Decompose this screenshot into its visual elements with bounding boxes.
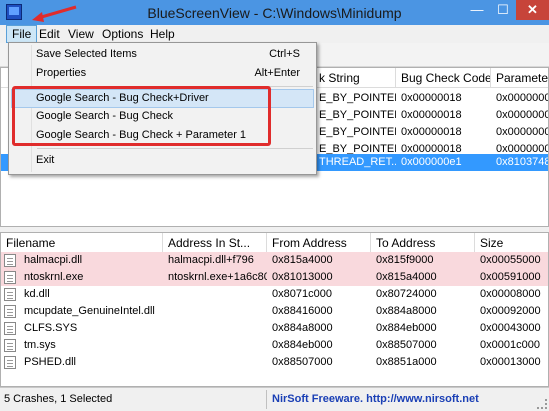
to-address-cell: 0x88507000 <box>376 339 437 351</box>
file-icon <box>4 339 16 352</box>
column-header-bug-check-string[interactable]: k String <box>314 68 396 88</box>
driver-row[interactable]: kd.dll 0x8071c000 0x80724000 0x00008000 <box>1 286 548 303</box>
column-header-parameter-1[interactable]: Parameter <box>491 68 548 88</box>
menu-item-shortcut: Alt+Enter <box>254 67 300 79</box>
menu-edit[interactable]: Edit <box>34 25 65 43</box>
title-bar[interactable]: BlueScreenView - C:\Windows\Minidump — ☐… <box>0 0 549 25</box>
column-header-address-in-stack[interactable]: Address In St... <box>163 233 267 253</box>
bug-code-cell: 0x00000018 <box>401 92 462 104</box>
to-address-cell: 0x8851a000 <box>376 356 437 368</box>
driver-list[interactable]: Filename Address In St... From Address T… <box>0 232 549 387</box>
from-address-cell: 0x8071c000 <box>272 288 332 300</box>
menu-help[interactable]: Help <box>145 25 180 43</box>
menu-item-properties[interactable]: Properties Alt+Enter <box>11 64 314 83</box>
to-address-cell: 0x815a4000 <box>376 271 437 283</box>
filename-cell: CLFS.SYS <box>24 322 78 334</box>
from-address-cell: 0x88416000 <box>272 305 333 317</box>
menu-options[interactable]: Options <box>97 25 148 43</box>
filename-cell: ntoskrnl.exe <box>24 271 84 283</box>
column-header-from-address[interactable]: From Address <box>267 233 371 253</box>
close-button[interactable]: ✕ <box>516 0 549 20</box>
menu-item-label: Properties <box>36 67 87 79</box>
menu-file[interactable]: File <box>6 25 38 43</box>
column-header-filename[interactable]: Filename <box>1 233 163 253</box>
menu-item-label: Save Selected Items <box>36 48 137 60</box>
nirsoft-link[interactable]: NirSoft Freeware. http://www.nirsoft.net <box>272 393 479 405</box>
filename-cell: mcupdate_GenuineIntel.dll <box>24 305 155 317</box>
file-icon <box>4 305 16 318</box>
to-address-cell: 0x884a8000 <box>376 305 437 317</box>
size-cell: 0x00055000 <box>480 254 541 266</box>
address-in-stack-cell <box>163 337 267 354</box>
annotation-highlight-box <box>12 86 271 146</box>
column-header-to-address[interactable]: To Address <box>371 233 475 253</box>
size-cell: 0x00008000 <box>480 288 541 300</box>
param-cell: 0x00000000 <box>496 109 548 121</box>
filename-cell: kd.dll <box>24 288 50 300</box>
filename-cell: tm.sys <box>24 339 56 351</box>
file-icon <box>4 288 16 301</box>
menu-item-label: Exit <box>36 154 55 166</box>
column-header-bug-check-code[interactable]: Bug Check Code <box>396 68 491 88</box>
from-address-cell: 0x88507000 <box>272 356 333 368</box>
filename-cell: halmacpi.dll <box>24 254 83 266</box>
bug-string-cell: E_BY_POINTER <box>319 126 396 138</box>
menu-item-exit[interactable]: Exit <box>11 151 314 170</box>
address-in-stack-cell <box>163 286 267 303</box>
size-cell: 0x00043000 <box>480 322 541 334</box>
bug-code-cell: 0x00000018 <box>401 126 462 138</box>
file-icon <box>4 254 16 267</box>
param-cell: 0x8103748c <box>496 156 548 168</box>
menu-view[interactable]: View <box>63 25 99 43</box>
bug-string-cell: E_BY_POINTER <box>319 92 396 104</box>
to-address-cell: 0x815f9000 <box>376 254 434 266</box>
param-cell: 0x00000000 <box>496 126 548 138</box>
driver-row[interactable]: mcupdate_GenuineIntel.dll 0x88416000 0x8… <box>1 303 548 320</box>
status-bar: 5 Crashes, 1 Selected NirSoft Freeware. … <box>0 387 549 411</box>
driver-row[interactable]: PSHED.dll 0x88507000 0x8851a000 0x000130… <box>1 354 548 371</box>
address-in-stack-cell <box>163 320 267 337</box>
to-address-cell: 0x80724000 <box>376 288 437 300</box>
filename-cell: PSHED.dll <box>24 356 76 368</box>
driver-row[interactable]: tm.sys 0x884eb000 0x88507000 0x0001c000 <box>1 337 548 354</box>
to-address-cell: 0x884eb000 <box>376 322 437 334</box>
size-cell: 0x00013000 <box>480 356 541 368</box>
address-in-stack-cell <box>163 303 267 320</box>
from-address-cell: 0x81013000 <box>272 271 333 283</box>
annotation-arrow-icon <box>32 5 77 22</box>
size-cell: 0x00092000 <box>480 305 541 317</box>
maximize-button[interactable]: ☐ <box>490 0 516 20</box>
minimize-button[interactable]: — <box>464 0 490 20</box>
status-divider <box>266 390 267 409</box>
address-in-stack-cell <box>163 354 267 371</box>
address-in-stack-cell: halmacpi.dll+f796 <box>168 254 254 266</box>
size-cell: 0x0001c000 <box>480 339 540 351</box>
bug-code-cell: 0x000000e1 <box>401 156 462 168</box>
bug-code-cell: 0x00000018 <box>401 109 462 121</box>
resize-grip-icon[interactable] <box>537 399 547 409</box>
address-in-stack-cell: ntoskrnl.exe+1a6c80 <box>168 271 267 283</box>
driver-list-header: Filename Address In St... From Address T… <box>1 233 548 253</box>
from-address-cell: 0x884a8000 <box>272 322 333 334</box>
file-icon <box>4 322 16 335</box>
column-header-size[interactable]: Size <box>475 233 548 253</box>
driver-row[interactable]: CLFS.SYS 0x884a8000 0x884eb000 0x0004300… <box>1 320 548 337</box>
menu-item-save-selected-items[interactable]: Save Selected Items Ctrl+S <box>11 45 314 64</box>
file-icon <box>4 271 16 284</box>
from-address-cell: 0x884eb000 <box>272 339 333 351</box>
menu-separator <box>37 148 313 149</box>
driver-row[interactable]: halmacpi.dll halmacpi.dll+f796 0x815a400… <box>1 252 548 269</box>
bug-string-cell: THREAD_RET... <box>319 156 396 168</box>
size-cell: 0x00591000 <box>480 271 541 283</box>
menu-item-shortcut: Ctrl+S <box>269 48 300 60</box>
bug-string-cell: E_BY_POINTER <box>319 109 396 121</box>
param-cell: 0x00000000 <box>496 92 548 104</box>
file-icon <box>4 356 16 369</box>
status-crash-count: 5 Crashes, 1 Selected <box>4 393 113 405</box>
from-address-cell: 0x815a4000 <box>272 254 333 266</box>
menu-bar: File Edit View Options Help <box>0 25 549 43</box>
driver-row[interactable]: ntoskrnl.exe ntoskrnl.exe+1a6c80 0x81013… <box>1 269 548 286</box>
